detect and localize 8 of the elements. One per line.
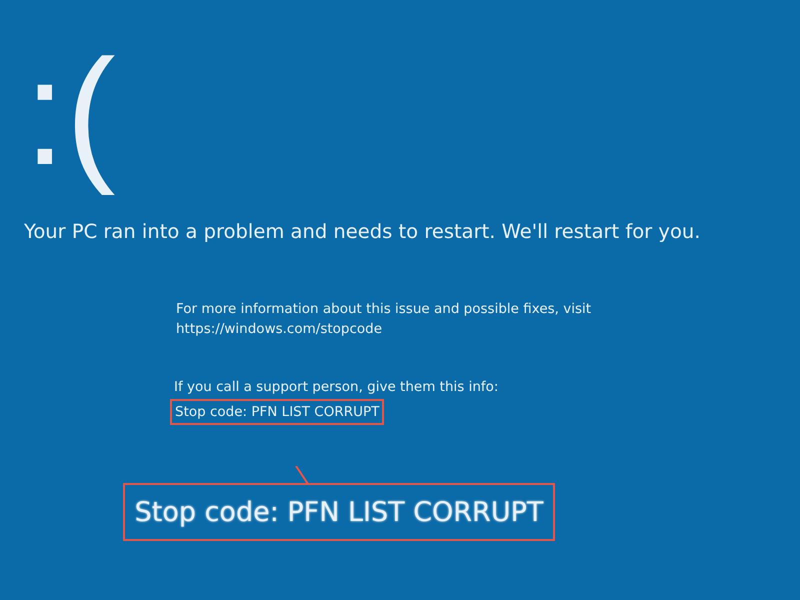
sad-face-emoticon: :( xyxy=(23,27,117,198)
stopcode-url: https://windows.com/stopcode xyxy=(176,320,382,339)
zoomed-stop-code: Stop code: PFN LIST CORRUPT xyxy=(123,483,555,541)
stop-code: Stop code: PFN LIST CORRUPT xyxy=(170,399,384,425)
error-message: Your PC ran into a problem and needs to restart. We'll restart for you. xyxy=(24,220,700,243)
info-text: For more information about this issue and possible fixes, visit xyxy=(176,300,592,319)
support-instruction: If you call a support person, give them this info: xyxy=(174,379,498,395)
leader-line xyxy=(294,466,310,484)
